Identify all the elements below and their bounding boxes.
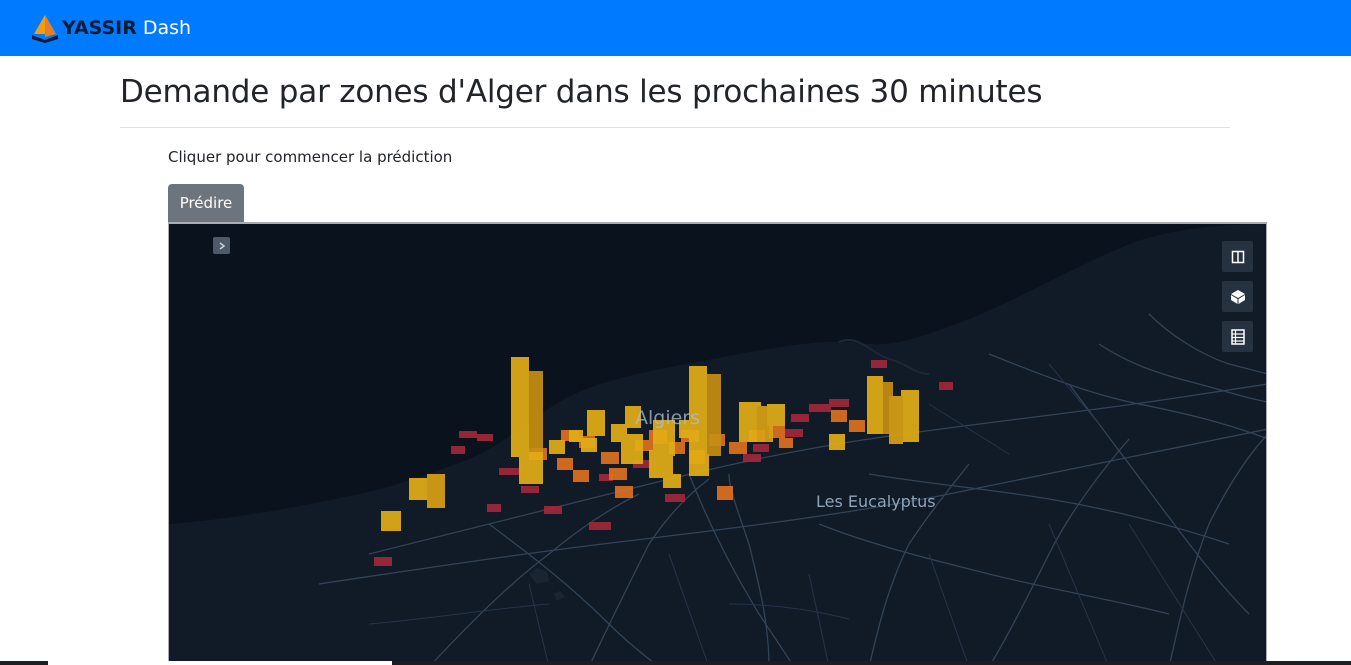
brand-suffix: Dash	[142, 17, 192, 39]
panel-toggle-button[interactable]	[213, 237, 230, 254]
legend-button[interactable]	[1222, 321, 1253, 352]
3d-cube-icon	[1230, 289, 1245, 304]
title-divider	[120, 127, 1230, 128]
horizontal-scrollbar[interactable]	[0, 661, 1351, 665]
demand-map[interactable]: Algiers Les Eucalyptus	[168, 222, 1267, 665]
map-label-les-eucalyptus: Les Eucalyptus	[816, 492, 936, 511]
chevron-right-icon	[219, 241, 225, 250]
instruction-text: Cliquer pour commencer la prédiction	[168, 148, 453, 166]
top-navbar: YASSIR Dash	[0, 0, 1351, 56]
page-title: Demande par zones d'Alger dans les proch…	[120, 74, 1043, 110]
map-label-algiers: Algiers	[635, 407, 701, 429]
brand-name: YASSIR	[62, 17, 137, 39]
scrollbar-thumb[interactable]	[48, 661, 392, 665]
predict-button[interactable]: Prédire	[168, 184, 244, 222]
perspective-toggle-button[interactable]	[1222, 281, 1253, 312]
brand[interactable]: YASSIR Dash	[30, 12, 191, 44]
split-view-icon	[1231, 250, 1244, 263]
split-view-button[interactable]	[1222, 241, 1253, 272]
data-table-icon	[1230, 328, 1245, 345]
yassir-cone-logo-icon	[32, 15, 58, 43]
map-canvas[interactable]	[169, 224, 1267, 665]
